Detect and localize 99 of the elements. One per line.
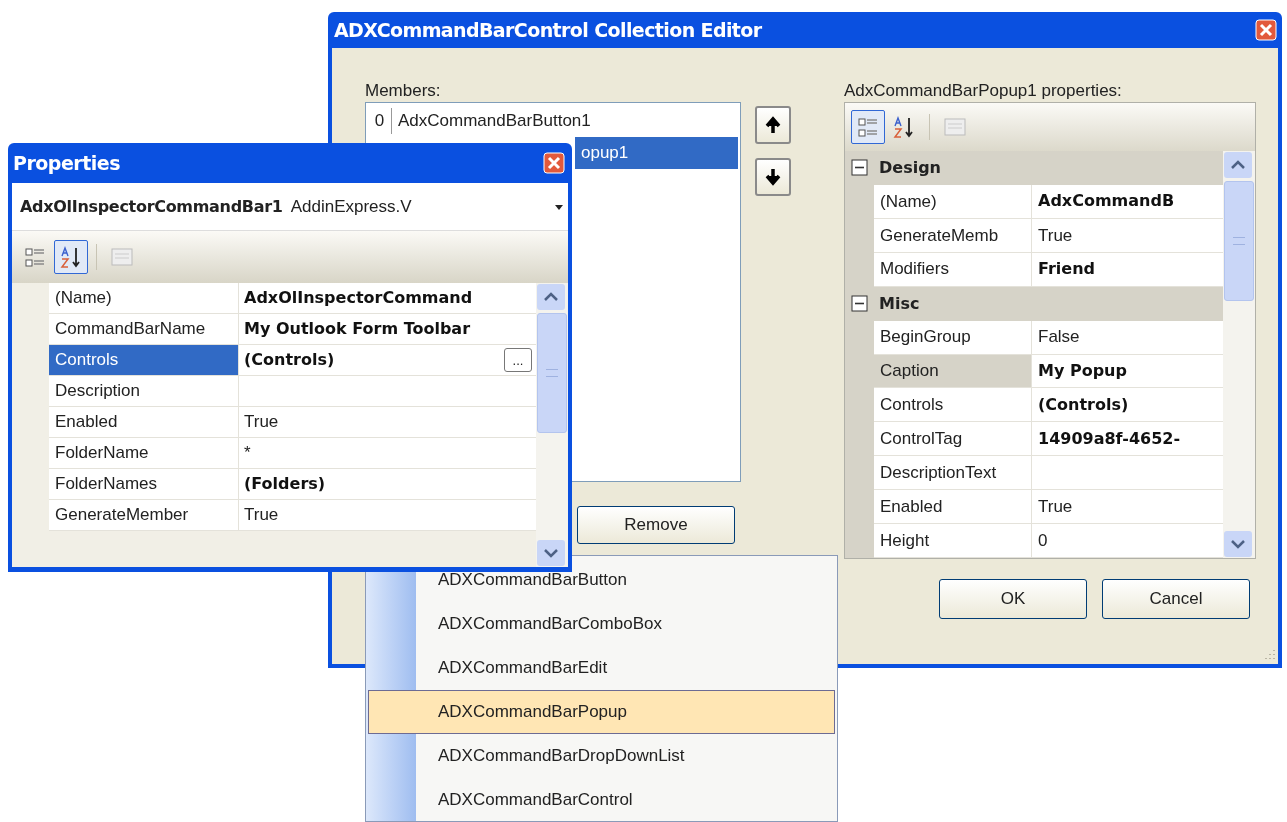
close-icon[interactable]	[1255, 19, 1277, 41]
menu-item[interactable]: ADXCommandBarDropDownList	[368, 734, 835, 778]
dialog-button[interactable]: Cancel	[1102, 579, 1250, 619]
value-cell[interactable]: True	[1032, 218, 1223, 253]
sort-az-icon	[59, 245, 83, 269]
property-value: True	[1038, 495, 1073, 518]
value-cell[interactable]: (Folders)	[239, 469, 536, 500]
scroll-down-icon[interactable]	[1223, 530, 1253, 558]
value-cell[interactable]: 0	[1032, 524, 1223, 559]
value-cell[interactable]: *	[239, 438, 536, 469]
categorized-button[interactable]	[851, 110, 885, 144]
property-value: AdxCommandB	[1038, 190, 1175, 213]
property-name[interactable]: Height	[874, 524, 1032, 559]
scroll-down-icon[interactable]	[536, 539, 566, 567]
property-value: 14909a8f-4652-	[1038, 427, 1181, 450]
pages-icon	[943, 115, 967, 139]
collapse-icon[interactable]	[851, 294, 869, 313]
property-name[interactable]: FolderNames	[49, 469, 239, 500]
window-title: ADXCommandBarControl Collection Editor	[334, 17, 762, 43]
scroll-thumb[interactable]	[1224, 181, 1254, 301]
members-label: Members:	[365, 80, 442, 102]
menu-item[interactable]: ADXCommandBarControl	[368, 778, 835, 821]
scroll-up-icon[interactable]	[1223, 151, 1253, 179]
property-name[interactable]: DescriptionText	[874, 456, 1032, 491]
value-cell[interactable]: True	[239, 407, 536, 438]
value-cell[interactable]: 14909a8f-4652-	[1032, 422, 1223, 457]
close-icon[interactable]	[543, 152, 565, 174]
property-name[interactable]: ControlTag	[874, 422, 1032, 457]
move-up-button[interactable]	[755, 106, 791, 144]
property-name[interactable]: GenerateMember	[49, 500, 239, 531]
category-row[interactable]: Design	[845, 151, 1223, 185]
property-name[interactable]: (Name)	[49, 283, 239, 314]
collapse-icon[interactable]	[851, 158, 869, 177]
value-cell[interactable]: Friend	[1032, 252, 1223, 287]
value-cell[interactable]: (Controls) ...	[239, 345, 536, 376]
scroll-up-icon[interactable]	[536, 283, 566, 311]
property-value: AdxOlInspectorCommand	[244, 287, 473, 309]
member-index: 0	[368, 108, 392, 134]
category-label: Misc	[879, 292, 920, 315]
object-type: AddinExpress.V	[290, 195, 413, 218]
categorized-icon	[856, 115, 880, 139]
property-name[interactable]: CommandBarName	[49, 314, 239, 345]
property-value: (Folders)	[244, 473, 326, 495]
property-value: True	[1038, 224, 1073, 247]
value-cell[interactable]: My Outlook Form Toolbar	[239, 314, 536, 345]
property-value: My Popup	[1038, 360, 1127, 382]
property-value: (Controls)	[244, 349, 335, 371]
member-item[interactable]: 0 AdxCommandBarButton1	[368, 105, 738, 137]
property-name[interactable]: (Name)	[874, 184, 1032, 219]
property-name[interactable]: GenerateMemb	[874, 218, 1032, 253]
property-name[interactable]: Enabled	[49, 407, 239, 438]
remove-button[interactable]: Remove	[577, 506, 735, 544]
property-value: (Controls)	[1038, 393, 1129, 416]
window-title: Properties	[13, 150, 120, 176]
resize-grip-icon[interactable]	[1262, 648, 1276, 662]
menu-item[interactable]: ADXCommandBarEdit	[368, 646, 835, 690]
member-label: AdxCommandBarButton1	[398, 110, 591, 133]
property-name[interactable]: Enabled	[874, 490, 1032, 525]
menu-item[interactable]: ADXCommandBarButton	[368, 558, 835, 602]
property-name[interactable]: Controls	[49, 345, 239, 376]
member-item-visible-part[interactable]: opup1	[575, 137, 738, 169]
dialog-button[interactable]: OK	[939, 579, 1087, 619]
property-value: True	[244, 504, 279, 527]
menu-item[interactable]: ADXCommandBarPopup	[368, 690, 835, 734]
move-down-button[interactable]	[755, 158, 791, 196]
property-value: False	[1038, 326, 1080, 349]
value-cell[interactable]: False	[1032, 320, 1223, 355]
property-name[interactable]: Description	[49, 376, 239, 407]
ellipsis-button[interactable]: ...	[504, 348, 532, 372]
value-cell[interactable]	[239, 376, 536, 407]
scrollbar[interactable]	[536, 283, 568, 567]
properties-label: AdxCommandBarPopup1 properties:	[844, 80, 1123, 102]
property-value: My Outlook Form Toolbar	[244, 318, 471, 340]
value-cell[interactable]: True	[1032, 490, 1223, 525]
property-value: True	[244, 411, 279, 434]
value-cell[interactable]: (Controls)	[1032, 388, 1223, 423]
property-value: 0	[1038, 529, 1048, 552]
sort-az-icon	[892, 115, 916, 139]
property-value: Friend	[1038, 258, 1095, 281]
category-row[interactable]: Misc	[845, 286, 1223, 321]
pages-icon	[110, 245, 134, 269]
property-name[interactable]: FolderName	[49, 438, 239, 469]
scroll-thumb[interactable]	[537, 313, 567, 433]
property-name[interactable]: Modifiers	[874, 252, 1032, 287]
categorized-icon	[23, 245, 47, 269]
category-label: Design	[879, 156, 941, 179]
property-name[interactable]: Controls	[874, 388, 1032, 423]
value-cell[interactable]	[1032, 456, 1223, 491]
property-value: *	[244, 442, 251, 465]
value-cell[interactable]: AdxCommandB	[1032, 184, 1223, 219]
property-name[interactable]: BeginGroup	[874, 320, 1032, 355]
value-cell[interactable]: True	[239, 500, 536, 531]
property-name[interactable]: Caption	[874, 354, 1032, 389]
scrollbar[interactable]	[1223, 151, 1255, 558]
alphabetical-button[interactable]	[54, 240, 88, 274]
value-cell[interactable]: AdxOlInspectorCommand	[239, 283, 536, 314]
value-cell[interactable]: My Popup	[1032, 354, 1223, 389]
object-name: AdxOlInspectorCommandBar1	[20, 195, 283, 218]
menu-item[interactable]: ADXCommandBarComboBox	[368, 602, 835, 646]
